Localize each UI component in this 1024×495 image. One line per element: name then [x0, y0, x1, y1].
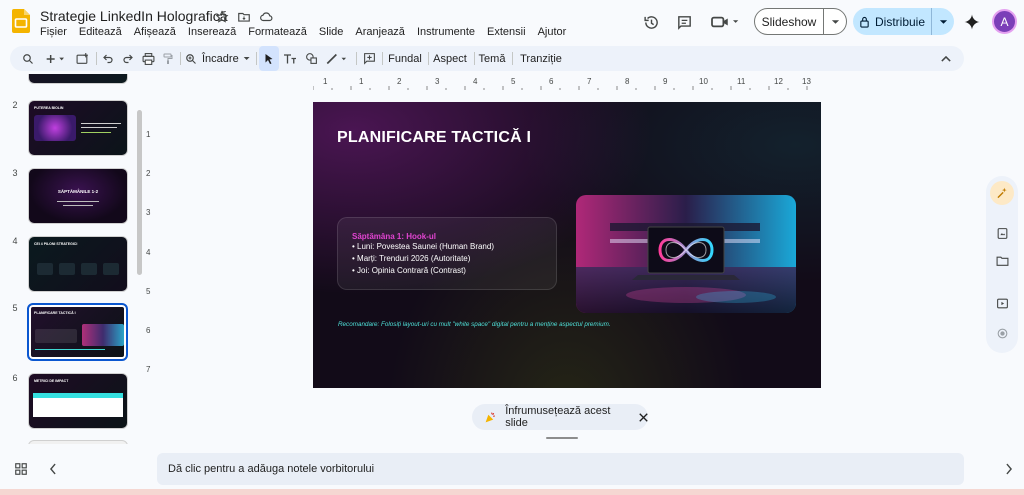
slide-thumbnail-2[interactable]: 2 PUTEREA BIOLIN: [8, 100, 128, 156]
toolbar: Încadre Fundal Aspect Temă Tranziție: [10, 46, 964, 71]
beautify-slide-chip[interactable]: Înfrumusețează acest slide: [472, 404, 648, 430]
slide-thumbnail-6[interactable]: 6 METRICI DE IMPACT: [8, 373, 128, 429]
layout-button[interactable]: Aspect: [432, 46, 468, 71]
menu-insert[interactable]: Inserează: [188, 26, 236, 38]
insert-comment-icon[interactable]: [359, 46, 379, 71]
list-item: • Luni: Povestea Saunei (Human Brand): [352, 242, 494, 251]
menu-view[interactable]: Afișează: [134, 26, 176, 38]
gemini-beautify-icon[interactable]: [990, 181, 1014, 205]
menu-tools[interactable]: Instrumente: [417, 26, 475, 38]
slide-title[interactable]: PLANIFICARE TACTICĂ I: [337, 129, 531, 147]
list-item: • Marți: Trenduri 2026 (Autoritate): [352, 254, 471, 263]
chevron-down-icon: [243, 57, 250, 60]
undo-icon[interactable]: [98, 46, 118, 71]
gemini-sparkle-icon[interactable]: [958, 8, 986, 36]
background-button[interactable]: Fundal: [386, 46, 424, 71]
slide-thumbnail-3[interactable]: 3 SĂPTĂMÂNILE 1-2: [8, 168, 128, 224]
new-slide-icon[interactable]: [42, 46, 70, 71]
theme-button[interactable]: Temă: [478, 46, 506, 71]
list-item: • Joi: Opinia Contrară (Contrast): [352, 266, 466, 275]
collapse-toolbar-icon[interactable]: [936, 46, 956, 71]
shape-icon[interactable]: [301, 46, 321, 71]
beautify-label: Înfrumusețează acest slide: [505, 405, 611, 429]
avatar[interactable]: A: [992, 9, 1017, 34]
week-card[interactable]: Săptămâna 1: Hook-ul • Luni: Povestea Sa…: [337, 217, 557, 290]
zoom-select[interactable]: Încadre: [202, 46, 250, 71]
side-panel: [986, 176, 1018, 353]
close-icon[interactable]: [639, 412, 648, 422]
star-icon[interactable]: [214, 9, 230, 25]
filmstrip-scrollbar[interactable]: [137, 110, 142, 275]
menu-edit[interactable]: Editează: [79, 26, 122, 38]
slide-thumbnail-7[interactable]: [28, 440, 128, 444]
menu-bar: Fișier Editează Afișează Inserează Forma…: [40, 26, 566, 38]
select-cursor-icon[interactable]: [259, 46, 279, 71]
menu-help[interactable]: Ajutor: [538, 26, 567, 38]
comment-icon[interactable]: [670, 8, 698, 36]
week-heading: Săptămâna 1: Hook-ul: [352, 232, 437, 241]
keep-icon[interactable]: [990, 221, 1014, 245]
slide-thumbnail-5[interactable]: 5 PLANIFICARE TACTICĂ I: [8, 303, 128, 361]
menu-arrange[interactable]: Aranjează: [355, 26, 405, 38]
taskbar-strip: [0, 489, 1024, 495]
zoom-label: Încadre: [202, 52, 239, 65]
menu-format[interactable]: Formatează: [248, 26, 307, 38]
slides-logo-icon[interactable]: [12, 9, 30, 33]
share-button[interactable]: Distribuie: [853, 8, 954, 35]
text-box-icon[interactable]: [280, 46, 300, 71]
document-title[interactable]: Strategie LinkedIn Holografică: [40, 8, 228, 24]
line-icon[interactable]: [322, 46, 352, 71]
zoom-icon[interactable]: [182, 46, 200, 71]
share-label: Distribuie: [874, 14, 925, 29]
cloud-saved-icon[interactable]: [258, 9, 274, 25]
app-header: Strategie LinkedIn Holografică Fișier Ed…: [0, 0, 1024, 44]
hero-laptop-image[interactable]: [576, 195, 796, 313]
slide-canvas[interactable]: PLANIFICARE TACTICĂ I Săptămâna 1: Hook-…: [313, 102, 821, 388]
expand-panel-icon[interactable]: [1004, 462, 1022, 480]
redo-icon[interactable]: [118, 46, 138, 71]
slideshow-button[interactable]: Slideshow: [754, 8, 847, 35]
add-slide-layout-icon[interactable]: [72, 46, 92, 71]
slideshow-label[interactable]: Slideshow: [755, 9, 824, 34]
party-popper-icon: [484, 411, 497, 424]
grid-view-icon[interactable]: [14, 462, 32, 480]
slide-thumbnail-4[interactable]: 4 CEI 4 PILONI STRATEGICI: [8, 236, 128, 292]
vertical-ruler[interactable]: 1 2 3 4 5 6 7: [144, 102, 158, 388]
menu-extensions[interactable]: Extensii: [487, 26, 526, 38]
collapse-filmstrip-icon[interactable]: [48, 462, 64, 480]
move-to-folder-icon[interactable]: [236, 9, 252, 25]
history-icon[interactable]: [637, 8, 665, 36]
recommendation-text[interactable]: Recomandare: Folosiți layout-uri cu mult…: [338, 321, 611, 328]
horizontal-ruler[interactable]: 1 1 2 3 4 5 6 7 8 9 10 11 12 13: [313, 76, 821, 90]
notes-resize-handle[interactable]: [546, 437, 578, 439]
meet-video-icon[interactable]: [708, 8, 744, 36]
menu-slide[interactable]: Slide: [319, 26, 343, 38]
slide-thumbnail-1[interactable]: [28, 74, 128, 84]
print-icon[interactable]: [138, 46, 158, 71]
lock-icon: [859, 16, 870, 28]
folder-icon[interactable]: [990, 249, 1014, 273]
chevron-down-icon[interactable]: [824, 9, 846, 34]
transition-button[interactable]: Tranziție: [516, 46, 566, 71]
paint-format-icon[interactable]: [158, 46, 178, 71]
slide-filmstrip[interactable]: 2 PUTEREA BIOLIN 3 SĂPTĂMÂNILE 1-2 4 CEI…: [0, 74, 140, 444]
video-player-icon[interactable]: [990, 291, 1014, 315]
search-menus-icon[interactable]: [18, 46, 38, 71]
record-icon[interactable]: [990, 321, 1014, 345]
menu-file[interactable]: Fișier: [40, 26, 67, 38]
chevron-down-icon[interactable]: [932, 8, 954, 35]
speaker-notes[interactable]: Dă clic pentru a adăuga notele vorbitoru…: [157, 453, 964, 485]
